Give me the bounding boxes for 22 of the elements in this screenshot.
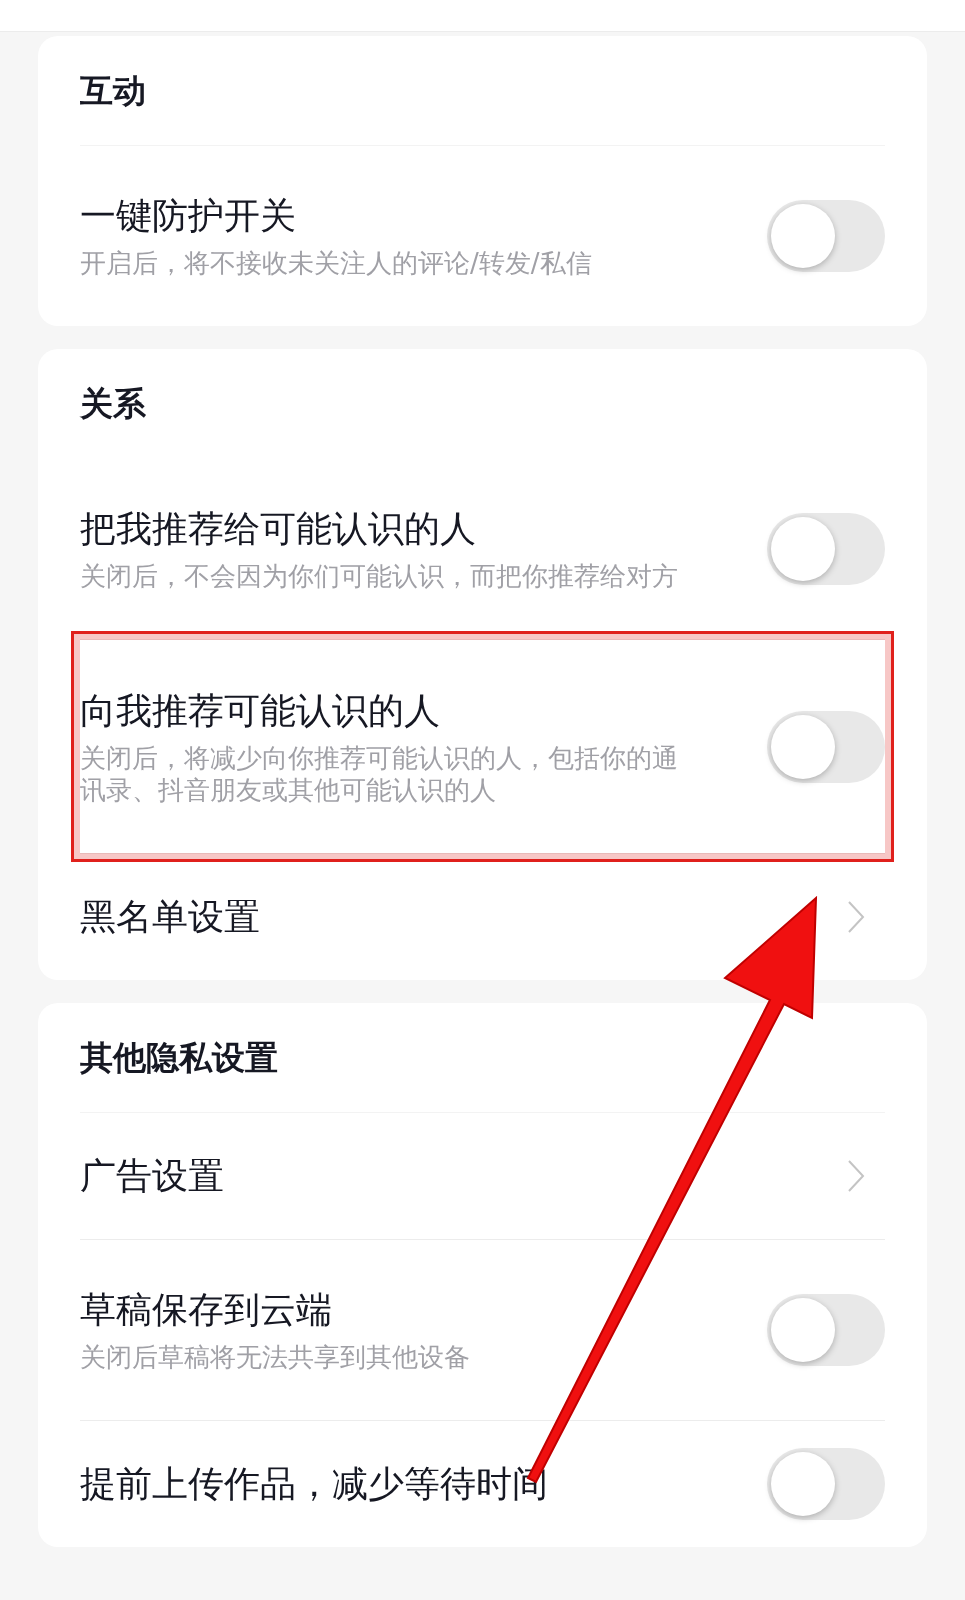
section-title: 互动 [80,69,146,112]
section-title: 其他隐私设置 [80,1036,278,1079]
setting-title: 黑名单设置 [80,895,260,939]
setting-description: 关闭后，不会因为你们可能认识，而把你推荐给对方 [80,560,678,592]
setting-description: 关闭后草稿将无法共享到其他设备 [80,1341,470,1373]
setting-title: 一键防护开关 [80,194,297,238]
setting-description: 关闭后，将减少向你推荐可能认识的人，包括你的通讯录、抖音朋友或其他可能认识的人 [80,741,679,806]
setting-row[interactable]: 向我推荐可能认识的人 关闭后，将减少向你推荐可能认识的人，包括你的通讯录、抖音朋友或其他可能认识的人 [80,640,885,853]
setting-description: 开启后，将不接收未关注人的评论/转发/私信 [80,247,592,279]
chevron-right-icon [847,1159,865,1193]
setting-title: 草稿保存到云端 [80,1288,333,1332]
setting-row[interactable]: 黑名单设置 [80,854,885,980]
toggle-switch[interactable] [767,710,885,783]
setting-title: 把我推荐给可能认识的人 [80,507,477,551]
setting-row[interactable]: 广告设置 [80,1113,885,1239]
setting-row[interactable]: 一键防护开关 开启后，将不接收未关注人的评论/转发/私信 [80,146,885,326]
setting-title: 向我推荐可能认识的人 [80,688,441,733]
setting-title: 广告设置 [80,1154,224,1198]
setting-row[interactable]: 把我推荐给可能认识的人 关闭后，不会因为你们可能认识，而把你推荐给对方 [80,459,885,639]
chevron-right-icon [847,900,865,934]
setting-row[interactable]: 草稿保存到云端 关闭后草稿将无法共享到其他设备 [80,1240,885,1420]
section-title: 关系 [80,382,146,425]
